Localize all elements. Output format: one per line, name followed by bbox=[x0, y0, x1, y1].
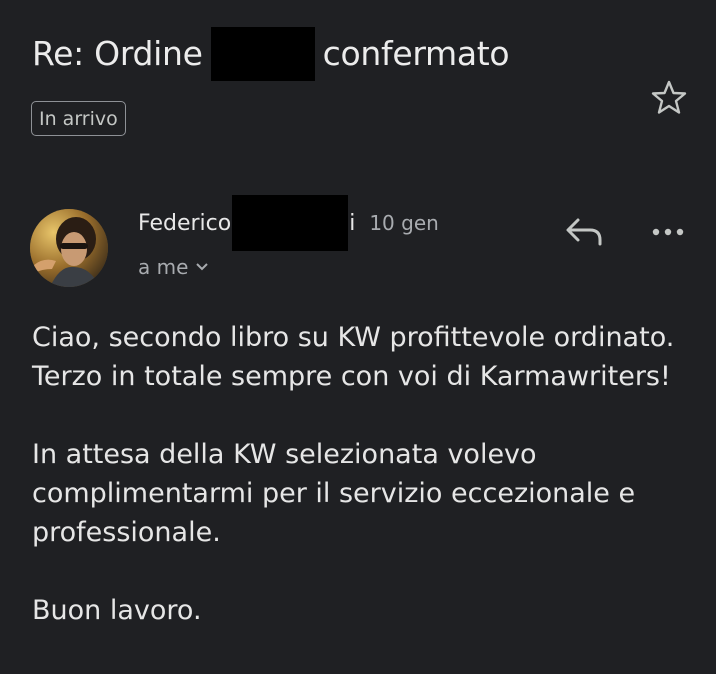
subject-prefix: Re: Ordine bbox=[32, 34, 203, 73]
email-date: 10 gen bbox=[369, 211, 439, 235]
body-paragraph: Buon lavoro. bbox=[32, 595, 202, 626]
chevron-down-icon bbox=[196, 263, 209, 271]
recipient-toggle[interactable]: a me bbox=[138, 255, 209, 279]
star-icon[interactable] bbox=[649, 78, 689, 118]
body-paragraph: In attesa della KW selezionata volevo co… bbox=[32, 439, 636, 548]
subject-suffix: confermato bbox=[322, 34, 510, 73]
sender-name: Federico bbox=[138, 210, 232, 236]
email-body: Ciao, secondo libro su KW profittevole o… bbox=[32, 318, 692, 669]
email-subject: Re: Ordine confermato bbox=[32, 26, 510, 81]
more-options-icon[interactable] bbox=[648, 218, 688, 246]
reply-icon[interactable] bbox=[562, 212, 606, 248]
body-paragraph: Ciao, secondo libro su KW profittevole o… bbox=[32, 322, 675, 392]
sender-row: Federico i 10 gen bbox=[138, 195, 439, 251]
inbox-label-chip[interactable]: In arrivo bbox=[31, 101, 126, 136]
redacted-block bbox=[232, 195, 349, 251]
sender-name-tail: i bbox=[349, 210, 356, 236]
recipient-label: a me bbox=[138, 255, 189, 279]
redacted-block bbox=[210, 26, 315, 81]
avatar[interactable] bbox=[30, 209, 108, 287]
